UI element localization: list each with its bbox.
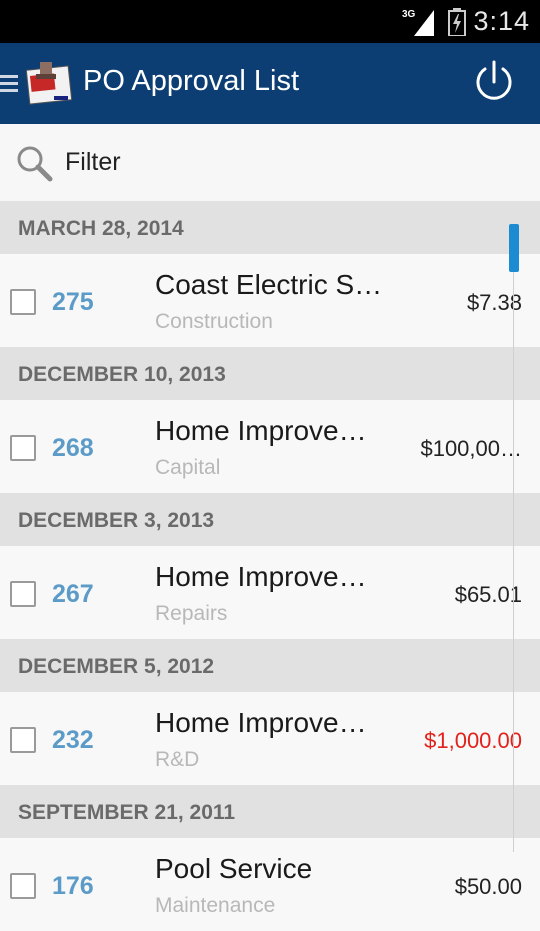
filter-bar <box>0 124 540 201</box>
vendor-name: Coast Electric S… <box>155 269 383 300</box>
list-item[interactable]: 275 Coast Electric S… Construction $7.38 <box>0 254 540 347</box>
app-bar: PO Approval List <box>0 43 540 124</box>
section-header: DECEMBER 5, 2012 <box>0 639 540 692</box>
amount: $65.01 <box>454 582 522 607</box>
select-checkbox[interactable] <box>10 289 36 315</box>
select-checkbox[interactable] <box>10 873 36 899</box>
status-bar: 3G 3:14 <box>0 0 540 43</box>
section-header: MARCH 28, 2014 <box>0 201 540 254</box>
po-number: 267 <box>52 580 94 608</box>
vendor-name: Home Improve… <box>155 561 367 592</box>
list-item[interactable]: 268 Home Improve… Capital $100,00… <box>0 400 540 493</box>
amount: $50.00 <box>454 874 522 899</box>
vendor-name: Home Improve… <box>155 707 367 738</box>
battery-icon <box>448 8 466 36</box>
select-checkbox[interactable] <box>10 581 36 607</box>
clock: 3:14 <box>473 6 530 36</box>
section-header: DECEMBER 10, 2013 <box>0 347 540 400</box>
po-number: 275 <box>52 288 94 316</box>
category-label: R&D <box>155 748 200 771</box>
category-label: Repairs <box>155 602 228 625</box>
scrollbar-track[interactable] <box>513 272 514 852</box>
po-number: 268 <box>52 434 94 462</box>
search-icon <box>17 146 53 182</box>
amount: $100,00… <box>420 436 522 461</box>
list-item[interactable]: 232 Home Improve… R&D $1,000.00 <box>0 692 540 785</box>
section-header: SEPTEMBER 21, 2011 <box>0 785 540 838</box>
select-checkbox[interactable] <box>10 435 36 461</box>
scrollbar-thumb[interactable] <box>509 224 519 272</box>
po-number: 176 <box>52 872 94 900</box>
po-number: 232 <box>52 726 94 754</box>
svg-text:3G: 3G <box>402 9 416 20</box>
vendor-name: Pool Service <box>155 853 313 884</box>
app-logo-icon[interactable] <box>26 60 72 106</box>
filter-input[interactable] <box>65 148 465 177</box>
category-label: Construction <box>155 310 273 333</box>
signal-icon: 3G <box>402 9 434 36</box>
menu-icon[interactable] <box>0 73 18 95</box>
power-icon[interactable] <box>470 58 518 106</box>
vendor-name: Home Improve… <box>155 415 367 446</box>
po-list: MARCH 28, 2014 275 Coast Electric S… Con… <box>0 201 540 931</box>
page-title: PO Approval List <box>83 65 299 97</box>
list-item[interactable]: 176 Pool Service Maintenance $50.00 <box>0 838 540 931</box>
category-label: Maintenance <box>155 894 276 917</box>
section-header: DECEMBER 3, 2013 <box>0 493 540 546</box>
category-label: Capital <box>155 456 221 479</box>
select-checkbox[interactable] <box>10 727 36 753</box>
list-item[interactable]: 267 Home Improve… Repairs $65.01 <box>0 546 540 639</box>
amount: $1,000.00 <box>424 728 522 753</box>
